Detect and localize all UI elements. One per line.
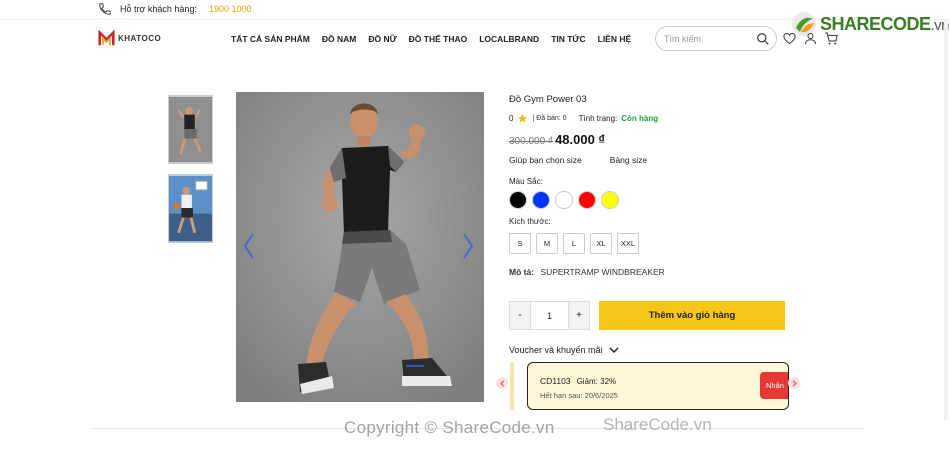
watermark-copyright: Copyright © ShareCode.vn — [344, 418, 555, 437]
description-label: Mô tả: — [509, 267, 535, 277]
main-product-image[interactable] — [236, 92, 484, 402]
color-swatch[interactable] — [578, 191, 596, 209]
size-option[interactable]: L — [563, 233, 585, 254]
old-price: 300.000 ₫ — [509, 136, 554, 147]
nav-item-sports[interactable]: ĐỒ THỂ THAO — [409, 34, 468, 44]
size-options: S M L XL XXL — [509, 233, 789, 254]
color-swatch[interactable] — [555, 191, 573, 209]
product-thumbnail[interactable] — [168, 174, 213, 243]
claim-voucher-button[interactable]: Nhận — [760, 372, 788, 399]
watermark-overlay: ShareCode.vn — [603, 415, 712, 434]
nav-item-all-products[interactable]: TẤT CẢ SẢN PHẨM — [231, 34, 310, 44]
size-label: Kích thước: — [509, 217, 551, 226]
voucher-prev-button[interactable] — [496, 377, 508, 389]
size-option[interactable]: M — [536, 233, 558, 254]
chevron-right-icon[interactable] — [461, 231, 475, 261]
search-box — [655, 26, 777, 51]
color-label: Màu Sắc: — [509, 177, 543, 186]
thumbnail-image — [169, 96, 212, 163]
star-icon — [518, 113, 528, 123]
voucher-title: Voucher và khuyến mãi — [509, 345, 603, 355]
user-icon[interactable] — [803, 31, 818, 46]
voucher-accent-bar — [510, 362, 514, 410]
phone-icon — [99, 3, 111, 15]
product-title: Đồ Gym Power 03 — [509, 94, 587, 105]
nav-item-men[interactable]: ĐỒ NAM — [322, 34, 356, 44]
voucher-code: CD1103 — [540, 376, 571, 386]
color-options — [509, 191, 789, 209]
color-swatch[interactable] — [601, 191, 619, 209]
thumbnail-image — [169, 175, 212, 242]
add-to-cart-row: - 1 + Thêm vào giỏ hàng — [509, 301, 785, 330]
quantity-input[interactable]: 1 — [530, 302, 569, 329]
product-thumbnail[interactable] — [168, 95, 213, 164]
product-detail-page: Hỗ trợ khách hàng: 1900 1000 SHARECODE.v… — [0, 0, 950, 449]
size-guide-link[interactable]: Giúp bạn chọn size — [509, 155, 582, 165]
brand-name: KHATOCO — [118, 34, 162, 43]
stock-status: Còn hàng — [621, 114, 659, 123]
chevron-left-icon — [499, 379, 504, 387]
rating-value: 0 — [509, 114, 514, 123]
voucher-next-button[interactable] — [788, 377, 800, 389]
chevron-down-icon — [609, 347, 619, 354]
nav-item-women[interactable]: ĐỒ NỮ — [368, 34, 396, 44]
voucher-discount: Giảm: 32% — [576, 377, 617, 386]
rating-row: 0 | Đã bán: 0 Tình trạng: Còn hàng — [509, 113, 789, 124]
product-info: Đồ Gym Power 03 0 | Đã bán: 0 Tình trạng… — [509, 94, 789, 277]
brand-mark-icon — [98, 30, 115, 46]
header-icons — [782, 31, 839, 46]
color-swatch[interactable] — [532, 191, 550, 209]
voucher-card: CD1103 Giảm: 32% Hết hạn sau: 20/6/2025 N… — [527, 362, 789, 410]
quantity-decrease-button[interactable]: - — [510, 302, 530, 329]
chevron-right-icon — [792, 379, 797, 387]
description-value: SUPERTRAMP WINDBREAKER — [540, 267, 665, 277]
description-row: Mô tả: SUPERTRAMP WINDBREAKER — [509, 267, 789, 277]
search-input[interactable] — [664, 33, 754, 44]
status-label: Tình trạng: — [578, 114, 618, 123]
hotline-number[interactable]: 1900 1000 — [209, 4, 252, 14]
heart-icon[interactable] — [782, 31, 797, 46]
support-bar: Hỗ trợ khách hàng: 1900 1000 — [98, 2, 252, 16]
price-row: 300.000 ₫ 48.000 ₫ — [509, 132, 789, 147]
voucher-expiry: Hết hạn sau: 20/6/2025 — [540, 391, 618, 400]
chevron-left-icon[interactable] — [242, 231, 256, 261]
page-scrollbar[interactable] — [944, 20, 948, 420]
quantity-increase-button[interactable]: + — [569, 302, 589, 329]
sold-count: | Đã bán: 0 — [532, 115, 567, 122]
size-help-row: Giúp bạn chọn size Bảng size — [509, 155, 789, 165]
size-option[interactable]: XL — [590, 233, 612, 254]
nav-item-news[interactable]: TIN TỨC — [551, 34, 585, 44]
brand-logo[interactable]: KHATOCO — [98, 30, 161, 47]
nav-item-contact[interactable]: LIÊN HỆ — [598, 34, 632, 44]
product-photo — [236, 92, 484, 402]
quantity-stepper: - 1 + — [509, 301, 590, 330]
size-chart-link[interactable]: Bảng size — [610, 155, 647, 165]
sale-price: 48.000 ₫ — [555, 132, 606, 147]
main-nav: TẤT CẢ SẢN PHẨM ĐỒ NAM ĐỒ NỮ ĐỒ THỂ THAO… — [231, 34, 631, 44]
nav-item-localbrand[interactable]: LOCALBRAND — [479, 34, 539, 44]
search-icon[interactable] — [756, 32, 770, 46]
cart-icon[interactable] — [824, 31, 839, 46]
color-swatch[interactable] — [509, 191, 527, 209]
voucher-toggle[interactable]: Voucher và khuyến mãi — [509, 345, 619, 355]
size-option[interactable]: S — [509, 233, 531, 254]
add-to-cart-button[interactable]: Thêm vào giỏ hàng — [599, 301, 785, 330]
size-option[interactable]: XXL — [617, 233, 639, 254]
support-label: Hỗ trợ khách hàng: — [120, 4, 197, 14]
